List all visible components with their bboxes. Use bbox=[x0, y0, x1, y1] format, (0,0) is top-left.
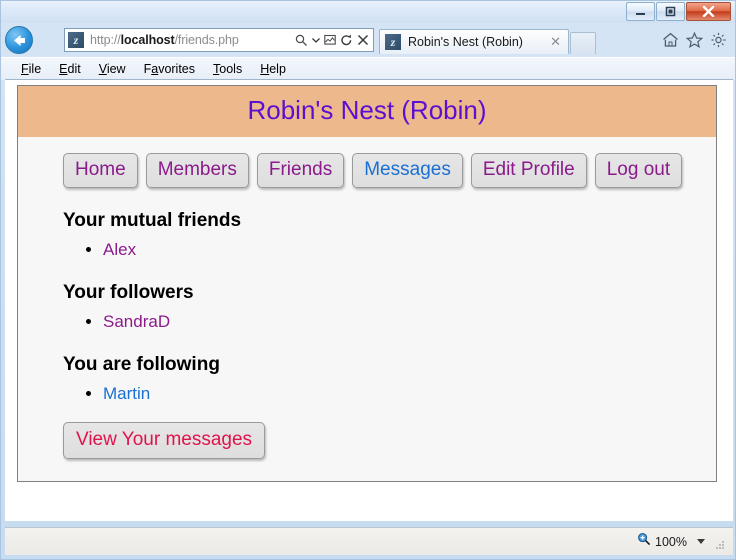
zoom-magnifier-icon[interactable] bbox=[637, 532, 651, 551]
tab-favicon-icon: z bbox=[385, 34, 401, 50]
section-heading: Your mutual friends bbox=[63, 210, 242, 231]
forward-button bbox=[30, 26, 58, 54]
tab-strip: z Robin's Nest (Robin) ✕ bbox=[379, 26, 654, 54]
page-content: Home Members Friends Messages Edit Profile Lo… bbox=[18, 137, 716, 481]
url-path: /friends.php bbox=[174, 33, 239, 47]
browser-tool-icons bbox=[662, 32, 729, 48]
person-list: SandraD bbox=[18, 312, 716, 332]
site-nav: Home Members Friends Messages Edit Profile Lo… bbox=[18, 153, 716, 188]
browser-window: z http://localhost/friends.php z Robin's… bbox=[0, 0, 736, 560]
url-prefix: http:// bbox=[90, 33, 121, 47]
menu-item-help[interactable]: Help bbox=[260, 62, 286, 76]
tools-gear-icon[interactable] bbox=[710, 32, 727, 48]
menu-item-tools[interactable]: Tools bbox=[213, 62, 242, 76]
home-icon[interactable] bbox=[662, 32, 679, 48]
section-heading: You are following bbox=[63, 354, 220, 375]
address-bar-icons bbox=[295, 34, 371, 47]
search-icon[interactable] bbox=[295, 34, 308, 47]
restore-button[interactable] bbox=[656, 2, 685, 21]
menu-item-view[interactable]: View bbox=[99, 62, 126, 76]
nav-button-home[interactable]: Home bbox=[63, 153, 138, 188]
nav-button-log-out[interactable]: Log out bbox=[594, 153, 683, 188]
address-bar[interactable]: z http://localhost/friends.php bbox=[64, 28, 374, 52]
section-heading: Your followers bbox=[63, 282, 194, 303]
page-favicon-icon: z bbox=[68, 32, 84, 48]
window-controls bbox=[626, 2, 731, 21]
new-tab-button[interactable] bbox=[570, 32, 596, 54]
person-link[interactable]: Alex bbox=[103, 240, 136, 259]
view-messages-button[interactable]: View Your messages bbox=[63, 422, 266, 459]
resize-grip-icon[interactable] bbox=[715, 537, 725, 549]
list-item: SandraD bbox=[103, 312, 716, 332]
stop-icon[interactable] bbox=[357, 34, 369, 46]
minimize-button[interactable] bbox=[626, 2, 655, 21]
title-bar bbox=[1, 1, 735, 23]
nav-button-members[interactable]: Members bbox=[145, 153, 249, 188]
person-list: Martin bbox=[18, 384, 716, 404]
url-host: localhost bbox=[120, 33, 175, 47]
menu-item-favorites[interactable]: Favorites bbox=[144, 62, 195, 76]
nav-button-messages[interactable]: Messages bbox=[352, 153, 463, 188]
status-bar: 100% bbox=[5, 527, 733, 555]
person-list: Alex bbox=[18, 240, 716, 260]
browser-tab[interactable]: z Robin's Nest (Robin) ✕ bbox=[379, 29, 569, 54]
compatibility-view-icon[interactable] bbox=[324, 34, 336, 46]
nav-button-friends[interactable]: Friends bbox=[256, 153, 345, 188]
zoom-level-label: 100% bbox=[655, 534, 687, 549]
address-url-text: http://localhost/friends.php bbox=[90, 33, 295, 47]
favorites-star-icon[interactable] bbox=[686, 32, 703, 48]
person-link[interactable]: SandraD bbox=[103, 312, 170, 331]
page-container: Robin's Nest (Robin) Home Members Friends M… bbox=[17, 85, 717, 482]
back-button[interactable] bbox=[5, 26, 33, 54]
zoom-dropdown-caret-icon[interactable] bbox=[697, 539, 705, 544]
navigation-toolbar: z http://localhost/friends.php z Robin's… bbox=[1, 23, 735, 57]
list-item: Martin bbox=[103, 384, 716, 404]
menu-bar: File Edit View Favorites Tools Help bbox=[1, 57, 735, 80]
nav-button-edit-profile[interactable]: Edit Profile bbox=[470, 153, 587, 188]
menu-item-edit[interactable]: Edit bbox=[59, 62, 81, 76]
page-viewport: Robin's Nest (Robin) Home Members Friends M… bbox=[5, 79, 733, 521]
person-link[interactable]: Martin bbox=[103, 384, 150, 403]
close-button[interactable] bbox=[686, 2, 731, 21]
refresh-icon[interactable] bbox=[340, 34, 353, 47]
list-item: Alex bbox=[103, 240, 716, 260]
friends-sections: Your mutual friends Alex Your followers San… bbox=[18, 210, 716, 404]
page-title: Robin's Nest (Robin) bbox=[18, 86, 716, 137]
tab-close-icon[interactable]: ✕ bbox=[547, 34, 564, 50]
dropdown-caret-icon[interactable] bbox=[312, 37, 320, 43]
tab-title: Robin's Nest (Robin) bbox=[408, 35, 523, 49]
menu-item-file[interactable]: File bbox=[21, 62, 41, 76]
